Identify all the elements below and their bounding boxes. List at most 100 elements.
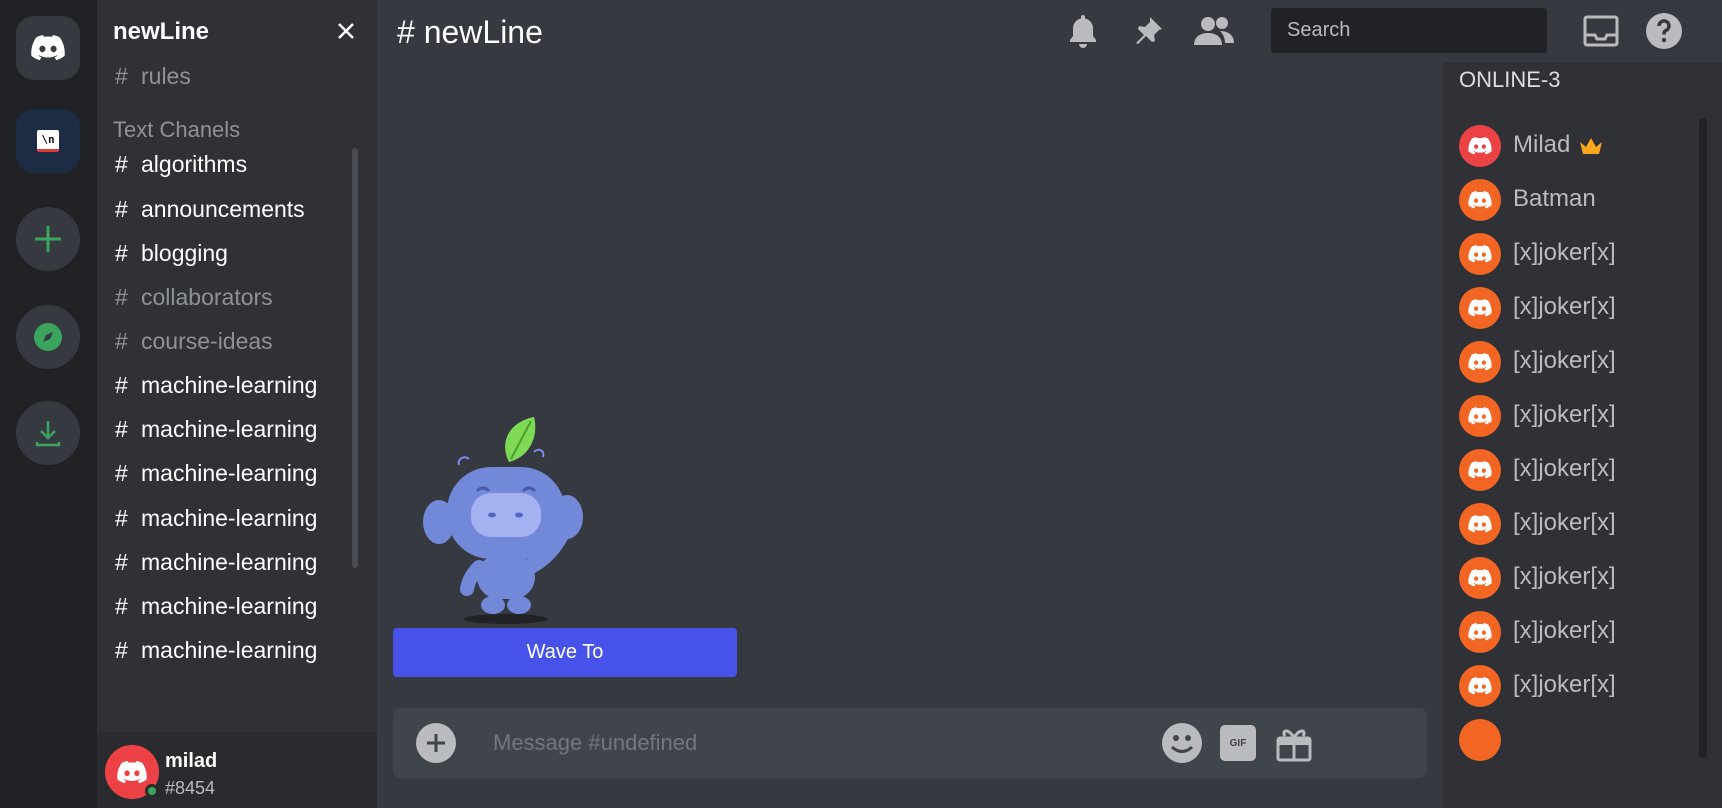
- member-item[interactable]: Milad: [1459, 125, 1699, 169]
- user-panel: milad #8454: [97, 732, 377, 808]
- member-item-partial[interactable]: [1459, 719, 1699, 763]
- channel-label: rules: [141, 63, 191, 89]
- avatar: [1459, 719, 1501, 761]
- member-list-button[interactable]: [1191, 12, 1237, 50]
- channel-item-machine-learning[interactable]: # machine-learning: [115, 416, 317, 443]
- member-name: [x]joker[x]: [1513, 401, 1616, 428]
- discord-app: \n newLine # rules Text Chanels # algorith…: [0, 0, 1722, 808]
- channel-item-machine-learning[interactable]: # machine-learning: [115, 372, 317, 399]
- member-name: Milad: [1513, 131, 1571, 158]
- inbox-button[interactable]: [1582, 12, 1620, 50]
- member-name: [x]joker[x]: [1513, 239, 1616, 266]
- newline-server-icon: \n: [37, 130, 59, 152]
- channel-header: # newLine: [377, 0, 1722, 62]
- discord-logo-icon: [1468, 353, 1492, 371]
- channel-label: machine-learning: [141, 372, 318, 398]
- help-button[interactable]: [1645, 12, 1683, 50]
- discord-logo-icon: [1468, 569, 1492, 587]
- member-name: [x]joker[x]: [1513, 509, 1616, 536]
- emoji-button[interactable]: [1159, 720, 1205, 766]
- search-input[interactable]: [1271, 8, 1547, 53]
- add-attachment-button[interactable]: [416, 723, 456, 763]
- avatar: [1459, 395, 1501, 437]
- channel-item-announcements[interactable]: # announcements: [115, 196, 305, 223]
- avatar: [1459, 233, 1501, 275]
- channel-label: machine-learning: [141, 505, 318, 531]
- channel-label: machine-learning: [141, 416, 318, 442]
- member-name: [x]joker[x]: [1513, 455, 1616, 482]
- channel-item-machine-learning[interactable]: # machine-learning: [115, 593, 317, 620]
- emoji-icon: [1162, 723, 1202, 763]
- close-icon: [338, 23, 354, 39]
- crown-icon: [1580, 137, 1603, 154]
- member-item[interactable]: [x]joker[x]: [1459, 395, 1699, 439]
- discord-logo-icon: [1468, 623, 1492, 641]
- pin-icon: [1136, 17, 1162, 44]
- member-list: ONLINE-3 Milad Batman [x]joker[x] [x]jok…: [1443, 62, 1722, 808]
- avatar: [1459, 449, 1501, 491]
- download-icon: [35, 421, 61, 447]
- member-item[interactable]: [x]joker[x]: [1459, 665, 1699, 709]
- hash-icon: #: [115, 151, 128, 177]
- channel-item-machine-learning[interactable]: # machine-learning: [115, 505, 317, 532]
- gif-label: GIF: [1229, 737, 1247, 749]
- download-apps-button[interactable]: [16, 401, 80, 465]
- add-attachment-icon: [427, 734, 445, 752]
- member-item[interactable]: [x]joker[x]: [1459, 287, 1699, 331]
- pinned-messages-button[interactable]: [1129, 12, 1167, 50]
- hash-icon: #: [115, 416, 128, 442]
- bell-icon: [1070, 15, 1096, 48]
- gift-button[interactable]: [1271, 720, 1317, 766]
- member-item[interactable]: [x]joker[x]: [1459, 341, 1699, 385]
- channel-item-machine-learning[interactable]: # machine-learning: [115, 549, 317, 576]
- channel-label: course-ideas: [141, 328, 273, 354]
- sidebar-scrollbar[interactable]: [352, 148, 358, 568]
- channel-item-algorithms[interactable]: # algorithms: [115, 151, 247, 178]
- explore-button[interactable]: [16, 305, 80, 369]
- server-newline-button[interactable]: \n: [16, 109, 80, 173]
- member-name: [x]joker[x]: [1513, 347, 1616, 374]
- page-title: # newLine: [397, 14, 543, 50]
- member-item[interactable]: [x]joker[x]: [1459, 557, 1699, 601]
- member-item[interactable]: [x]joker[x]: [1459, 449, 1699, 493]
- message-input[interactable]: [493, 726, 1133, 760]
- avatar: [1459, 503, 1501, 545]
- discord-logo-icon: [1468, 191, 1492, 209]
- channel-label: machine-learning: [141, 593, 318, 619]
- member-item[interactable]: Batman: [1459, 179, 1699, 223]
- category-text-channels[interactable]: Text Chanels: [113, 117, 240, 143]
- discord-logo-icon: [1468, 245, 1492, 263]
- member-name: [x]joker[x]: [1513, 617, 1616, 644]
- notifications-button[interactable]: [1064, 12, 1102, 50]
- wave-to-button[interactable]: Wave To: [393, 628, 737, 677]
- member-item[interactable]: [x]joker[x]: [1459, 233, 1699, 277]
- channel-item-blogging[interactable]: # blogging: [115, 240, 228, 267]
- channel-item-collaborators[interactable]: # collaborators: [115, 284, 273, 311]
- channel-item-machine-learning[interactable]: # machine-learning: [115, 460, 317, 487]
- discord-logo-icon: [31, 35, 65, 61]
- member-item[interactable]: [x]joker[x]: [1459, 611, 1699, 655]
- avatar: [1459, 611, 1501, 653]
- channel-label: machine-learning: [141, 549, 318, 575]
- member-name: [x]joker[x]: [1513, 293, 1616, 320]
- inbox-icon: [1583, 15, 1619, 47]
- channel-item-course-ideas[interactable]: # course-ideas: [115, 328, 273, 355]
- online-status-indicator: [145, 784, 159, 798]
- channel-item-rules[interactable]: # rules: [115, 63, 191, 90]
- channel-sidebar: newLine # rules Text Chanels # algorithms …: [97, 0, 377, 808]
- channel-item-machine-learning[interactable]: # machine-learning: [115, 637, 317, 664]
- gif-button[interactable]: GIF: [1215, 720, 1261, 766]
- hash-icon: #: [115, 328, 128, 354]
- close-button[interactable]: [333, 18, 359, 44]
- gift-icon: [1276, 729, 1312, 762]
- member-item[interactable]: [x]joker[x]: [1459, 503, 1699, 547]
- discord-logo-icon: [117, 760, 147, 783]
- add-server-button[interactable]: [16, 207, 80, 271]
- discord-logo-icon: [1468, 137, 1492, 155]
- member-list-scrollbar[interactable]: [1699, 118, 1707, 758]
- hash-icon: #: [115, 505, 128, 531]
- hash-icon: #: [115, 240, 128, 266]
- add-server-icon: [35, 226, 61, 252]
- members-icon: [1194, 17, 1234, 45]
- home-button[interactable]: [16, 16, 80, 80]
